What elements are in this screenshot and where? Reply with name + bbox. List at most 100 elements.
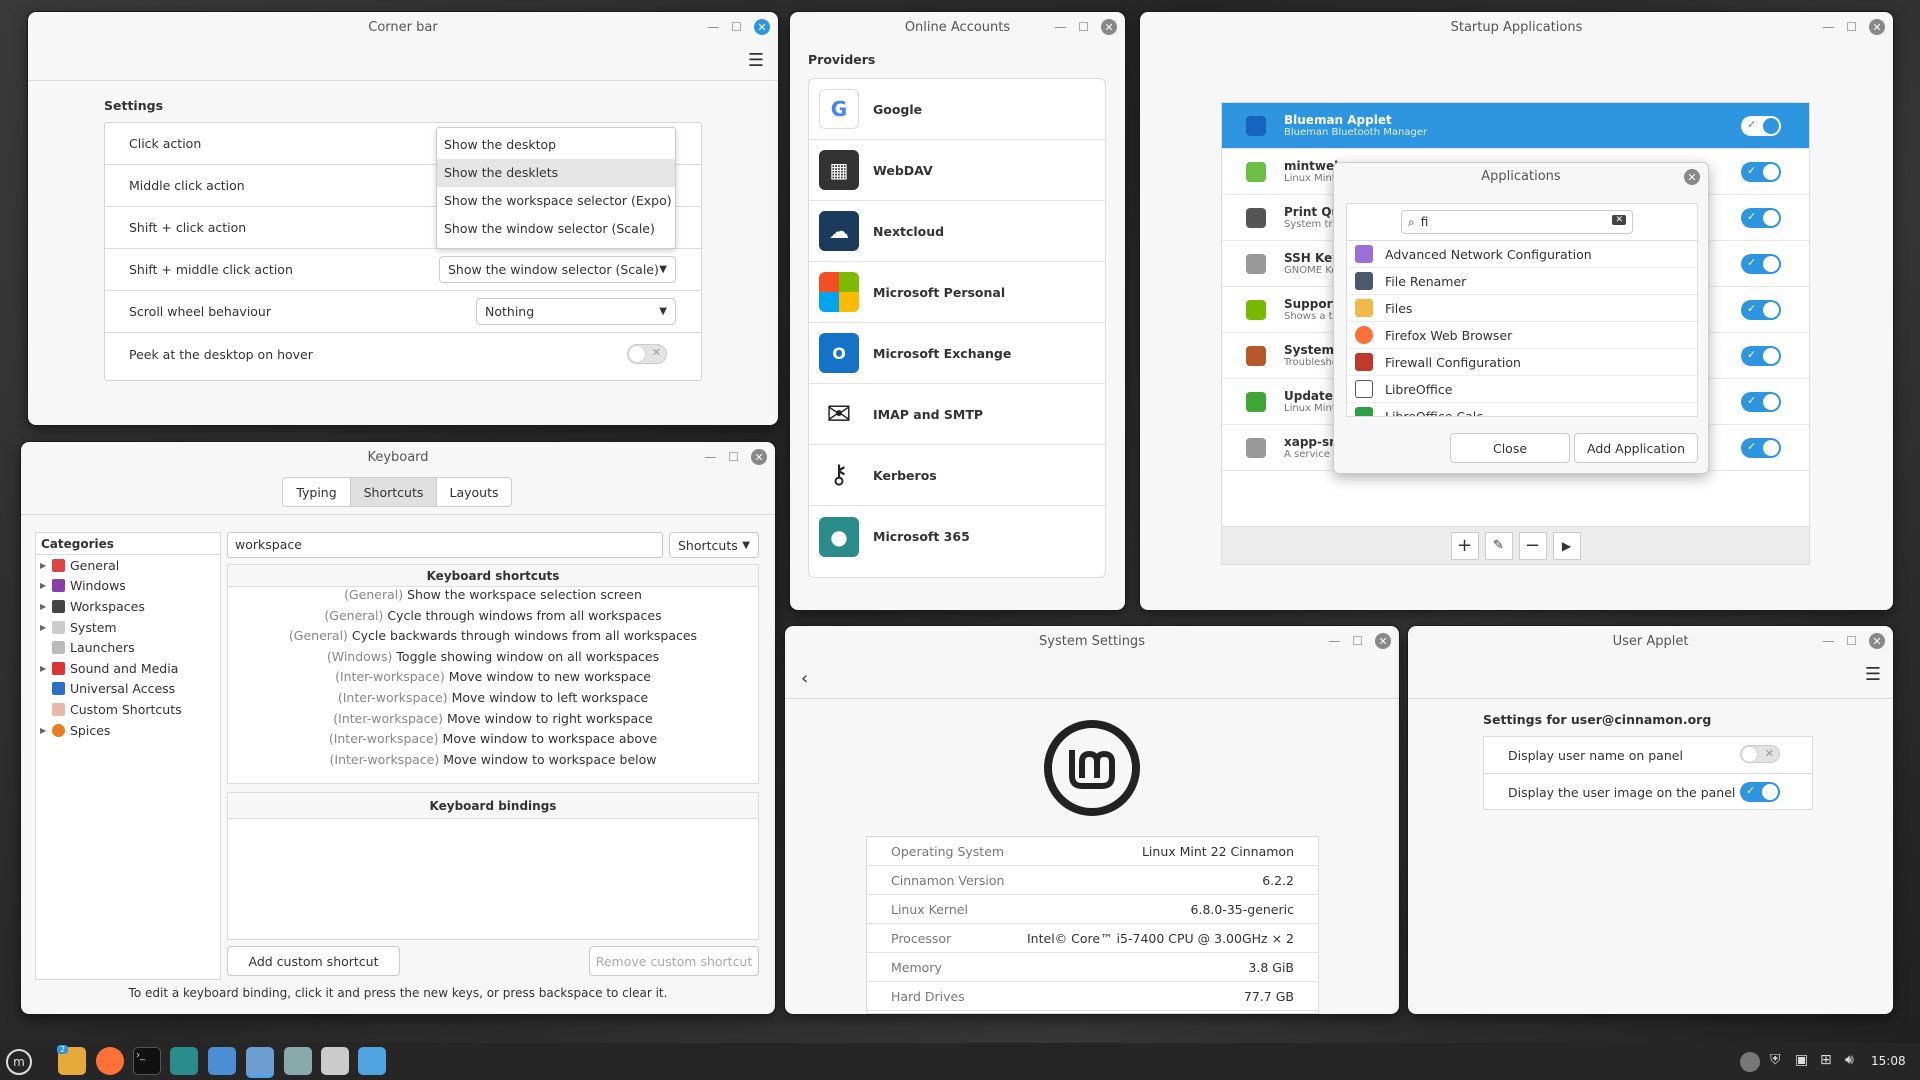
provider-webdav[interactable]: ▦ WebDAV [809, 140, 1105, 201]
add-application-button[interactable]: Add Application [1574, 433, 1698, 463]
minimize-button[interactable]: — [1328, 634, 1340, 648]
shortcut-row[interactable]: (Inter-workspace) Move window to left wo… [228, 690, 758, 711]
firefox-launcher-icon[interactable] [96, 1047, 124, 1075]
tab-layouts[interactable]: Layouts [437, 478, 511, 506]
avatar[interactable] [1740, 1052, 1760, 1072]
remove-icon[interactable]: − [1518, 531, 1547, 560]
item-toggle[interactable]: ✓ [1741, 254, 1781, 274]
item-toggle[interactable]: ✓ [1741, 392, 1781, 412]
window-manager-icon[interactable] [208, 1047, 236, 1075]
provider-nextcloud[interactable]: ☁ Nextcloud [809, 201, 1105, 262]
online-accounts-icon[interactable] [358, 1047, 386, 1075]
system-info-icon[interactable] [321, 1047, 349, 1075]
expand-icon[interactable]: ▶ [40, 726, 52, 735]
peek-toggle[interactable]: ✕ [627, 344, 667, 364]
category-system[interactable]: ▶ System [36, 617, 220, 638]
minimize-button[interactable]: — [1822, 20, 1834, 34]
dropdown-option[interactable]: Show the workspace selector (Expo) [437, 187, 675, 215]
remove-custom-shortcut-button[interactable]: Remove custom shortcut [589, 946, 759, 976]
minimize-button[interactable]: — [1822, 634, 1834, 648]
edit-icon[interactable]: ✎ [1484, 531, 1513, 560]
close-button[interactable]: ✕ [1869, 19, 1885, 35]
network-icon[interactable]: ⊞ [1820, 1052, 1832, 1068]
dropdown-option[interactable]: Show the desklets [437, 159, 675, 187]
add-custom-shortcut-button[interactable]: Add custom shortcut [227, 946, 400, 976]
volume-icon[interactable]: 🔊︎ [1845, 1052, 1854, 1068]
dropdown-option[interactable]: Show the window selector (Scale) [437, 215, 675, 243]
close-button[interactable]: ✕ [1869, 633, 1885, 649]
shortcut-row[interactable]: (Inter-workspace) Move window to right w… [228, 711, 758, 732]
category-launchers[interactable]: Launchers [36, 637, 220, 658]
user-accounts-icon[interactable] [170, 1047, 198, 1075]
window-list-icon[interactable]: ▣ [1795, 1052, 1808, 1068]
app-item[interactable]: Files [1347, 295, 1697, 322]
search-input[interactable]: workspace [227, 532, 663, 558]
maximize-button[interactable]: ☐ [1078, 20, 1089, 34]
back-icon[interactable]: ‹ [801, 668, 808, 689]
app-item[interactable]: LibreOffice [1347, 376, 1697, 403]
provider-microsoft-personal[interactable]: Microsoft Personal [809, 262, 1105, 323]
minimize-button[interactable]: — [1054, 20, 1066, 34]
app-item[interactable]: LibreOffice Calc [1347, 403, 1697, 416]
item-toggle[interactable]: ✓ [1741, 300, 1781, 320]
maximize-button[interactable]: ☐ [1352, 634, 1363, 648]
provider-google[interactable]: G Google [809, 79, 1105, 140]
app-item[interactable]: Firewall Configuration [1347, 349, 1697, 376]
keyboard-app-icon[interactable] [246, 1047, 274, 1075]
maximize-button[interactable]: ☐ [1846, 20, 1857, 34]
item-toggle[interactable]: ✓ [1741, 116, 1781, 136]
menu-icon[interactable]: ☰ [748, 50, 764, 71]
minimize-button[interactable]: — [707, 20, 719, 34]
close-button[interactable]: ✕ [1375, 633, 1391, 649]
category-custom-shortcuts[interactable]: Custom Shortcuts [36, 699, 220, 720]
provider-microsoft-365[interactable]: ● Microsoft 365 [809, 506, 1105, 567]
settings-app-icon[interactable] [284, 1047, 312, 1075]
shortcut-row[interactable]: (Inter-workspace) Move window to workspa… [228, 752, 758, 773]
menu-icon[interactable]: ☰ [1865, 664, 1881, 685]
filter-select[interactable]: Shortcuts ▼ [669, 532, 759, 558]
close-button[interactable]: ✕ [751, 449, 767, 465]
category-workspaces[interactable]: ▶ Workspaces [36, 596, 220, 617]
add-icon[interactable]: + [1450, 531, 1479, 560]
item-toggle[interactable]: ✓ [1741, 438, 1781, 458]
search-input[interactable]: ⌕ fi ✕ [1401, 210, 1633, 234]
expand-icon[interactable]: ▶ [40, 602, 52, 611]
clear-icon[interactable]: ✕ [1612, 215, 1626, 225]
shortcut-row[interactable]: (General) Cycle through windows from all… [228, 608, 758, 629]
shortcut-row[interactable]: (Windows) Toggle showing window on all w… [228, 649, 758, 670]
expand-icon[interactable]: ▶ [40, 561, 52, 570]
maximize-button[interactable]: ☐ [731, 20, 742, 34]
shortcut-row[interactable]: (General) Cycle backwards through window… [228, 628, 758, 649]
provider-kerberos[interactable]: ⚷ Kerberos [809, 445, 1105, 506]
clock[interactable]: 15:08 [1871, 1054, 1906, 1068]
provider-imap-smtp[interactable]: ✉ IMAP and SMTP [809, 384, 1105, 445]
item-toggle[interactable]: ✓ [1741, 346, 1781, 366]
category-universal-access[interactable]: Universal Access [36, 679, 220, 700]
category-sound-media[interactable]: ▶ Sound and Media [36, 658, 220, 679]
tab-typing[interactable]: Typing [283, 478, 351, 506]
category-spices[interactable]: ▶ Spices [36, 720, 220, 741]
shortcut-row[interactable]: (Inter-workspace) Move window to workspa… [228, 731, 758, 752]
scroll-wheel-select[interactable]: Nothing ▼ [476, 298, 676, 325]
shift-middle-click-select[interactable]: Show the window selector (Scale) ▼ [439, 256, 676, 283]
dropdown-option[interactable]: Show the desktop [437, 131, 675, 159]
category-general[interactable]: ▶ General [36, 555, 220, 576]
shortcut-row[interactable]: (Inter-workspace) Move window to new wor… [228, 669, 758, 690]
minimize-button[interactable]: — [704, 450, 716, 464]
maximize-button[interactable]: ☐ [728, 450, 739, 464]
display-user-name-toggle[interactable]: ✕ [1740, 745, 1780, 763]
category-windows[interactable]: ▶ Windows [36, 576, 220, 597]
app-item[interactable]: Firefox Web Browser [1347, 322, 1697, 349]
close-button[interactable]: Close [1450, 433, 1570, 463]
tab-shortcuts[interactable]: Shortcuts [351, 478, 437, 506]
display-user-image-toggle[interactable]: ✓ [1740, 782, 1780, 802]
startup-item[interactable]: Blueman Applet Blueman Bluetooth Manager ✓ [1222, 103, 1809, 149]
terminal-launcher-icon[interactable]: ›_ [133, 1047, 161, 1075]
shortcut-row[interactable]: (General) Show the workspace selection s… [228, 587, 758, 608]
close-icon[interactable]: ✕ [1684, 169, 1700, 185]
menu-button[interactable]: m [6, 1049, 32, 1075]
expand-icon[interactable]: ▶ [40, 623, 52, 632]
provider-microsoft-exchange[interactable]: O Microsoft Exchange [809, 323, 1105, 384]
close-button[interactable]: ✕ [754, 19, 770, 35]
shield-icon[interactable]: ⛨ [1770, 1052, 1781, 1068]
